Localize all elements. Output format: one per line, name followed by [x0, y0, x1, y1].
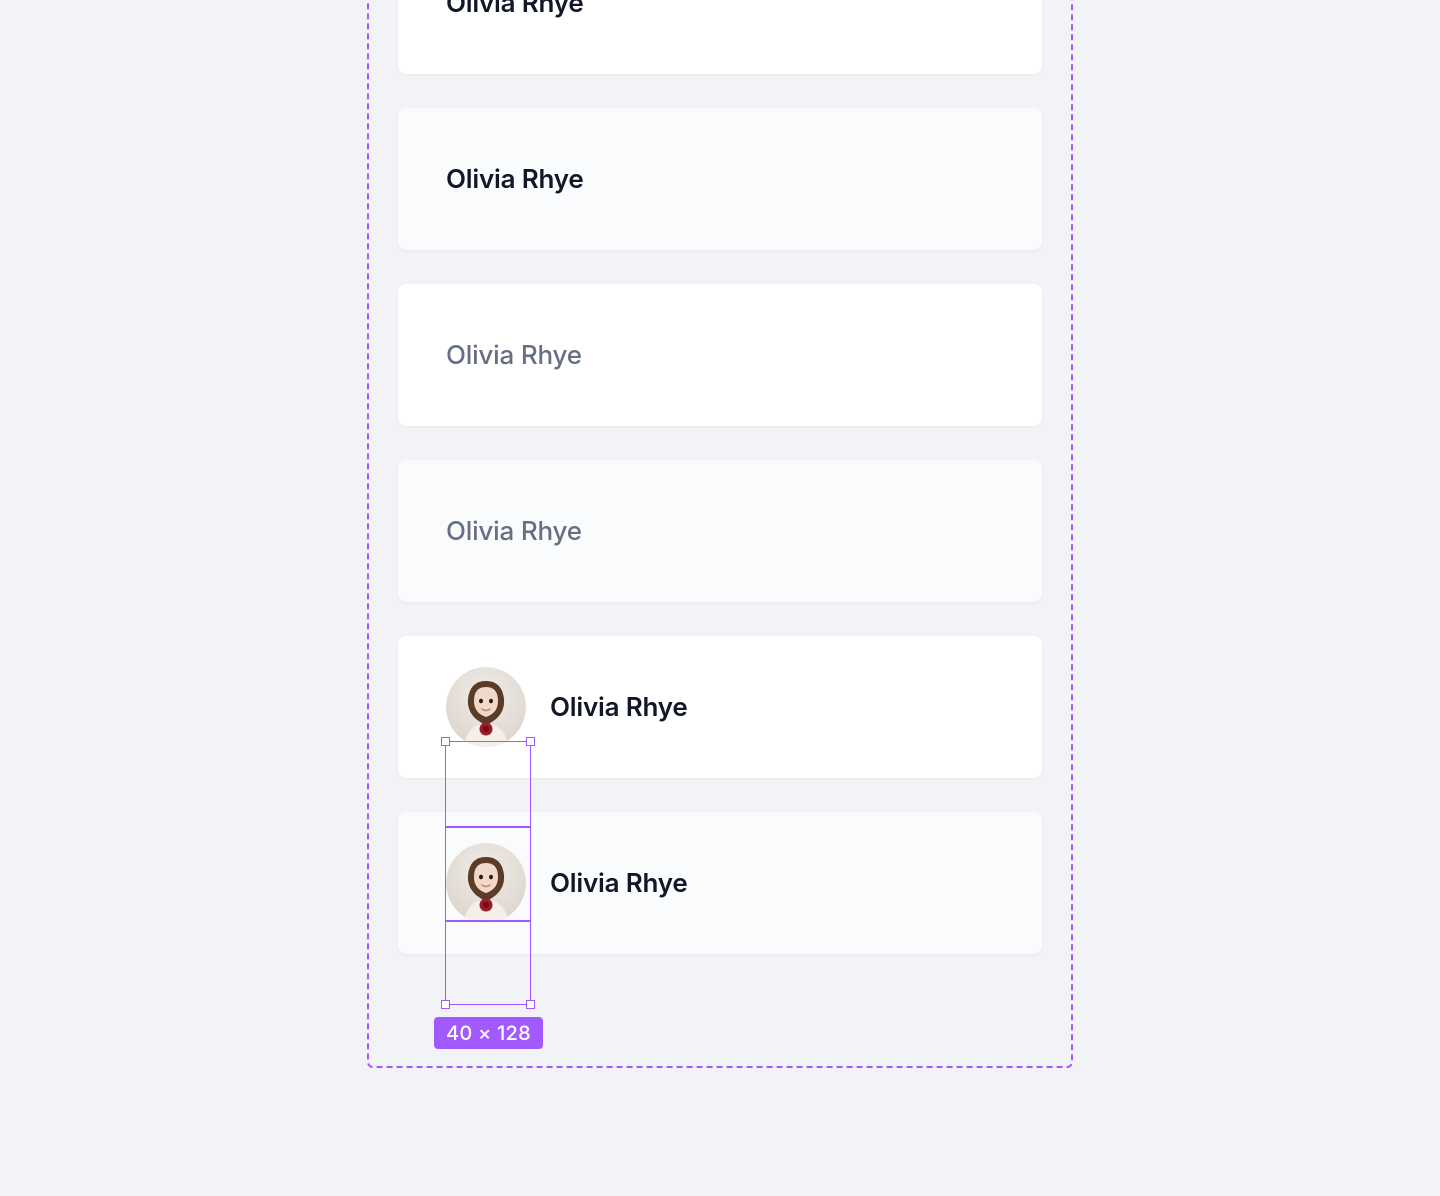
list-item-label: Olivia Rhye: [446, 164, 584, 195]
list-item[interactable]: Olivia Rhye: [398, 812, 1042, 954]
list-item[interactable]: Olivia Rhye: [398, 460, 1042, 602]
list-item-label: Olivia Rhye: [550, 868, 688, 899]
avatar-icon: [446, 667, 526, 747]
list-item-label: Olivia Rhye: [446, 0, 584, 19]
avatar: [446, 843, 526, 923]
list-item-label: Olivia Rhye: [550, 692, 688, 723]
list-item[interactable]: Olivia Rhye: [398, 636, 1042, 778]
avatar: [446, 667, 526, 747]
list-item[interactable]: Olivia Rhye: [398, 284, 1042, 426]
dimension-badge: 40 × 128: [434, 1017, 543, 1049]
list-item-label: Olivia Rhye: [446, 516, 582, 547]
avatar-icon: [446, 843, 526, 923]
resize-handle-bottom-left[interactable]: [441, 1000, 450, 1009]
list-item[interactable]: Olivia Rhye: [398, 108, 1042, 250]
card-list: Olivia Rhye Olivia Rhye Olivia Rhye Oliv…: [398, 0, 1042, 988]
list-item-label: Olivia Rhye: [446, 340, 582, 371]
resize-handle-bottom-right[interactable]: [526, 1000, 535, 1009]
list-item[interactable]: Olivia Rhye: [398, 0, 1042, 74]
